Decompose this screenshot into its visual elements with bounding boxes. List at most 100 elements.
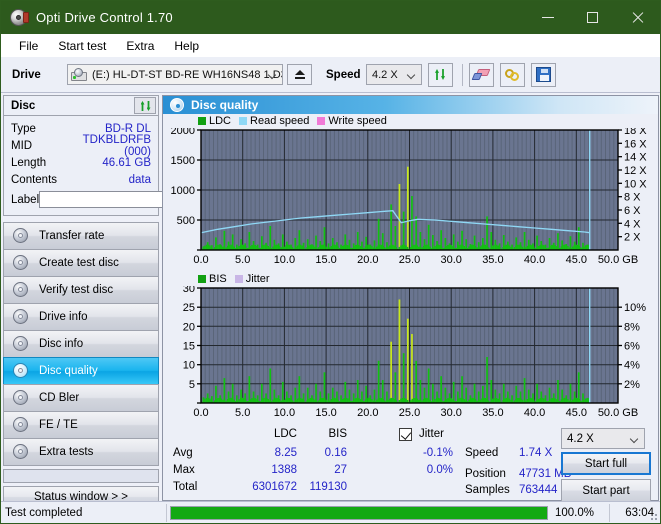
start-full-button[interactable]: Start full [561,452,651,475]
connect-button[interactable] [500,62,525,87]
test-speed-select[interactable]: 4.2 X [561,428,645,449]
close-icon [631,11,644,24]
disc-refresh-button[interactable] [134,97,156,114]
chevron-down-icon [269,72,276,79]
disc-row-length: Length 46.61 GB [4,154,158,171]
stats-avg-ldc: 8.25 [274,447,297,459]
sidebar-item-label: Create test disc [39,257,119,269]
svg-text:40.0: 40.0 [524,254,545,266]
svg-text:500: 500 [177,215,195,227]
page-title: Disc quality [191,98,259,112]
disc-mid-label: MID [11,139,33,152]
refresh-icon [433,67,448,82]
close-button[interactable] [615,1,660,34]
window-title: Opti Drive Control 1.70 [36,10,173,25]
svg-text:5.0: 5.0 [235,254,250,266]
sidebar-item-label: CD Bler [39,392,80,404]
result-samples-value: 763444 [519,484,558,496]
disc-icon [13,282,29,298]
drive-icon [71,67,88,82]
eraser-icon [471,68,491,81]
progress-fill [171,506,547,519]
disc-panel-header: Disc [3,95,159,116]
svg-text:25: 25 [183,302,195,314]
sidebar-item-transfer-rate[interactable]: Transfer rate [3,222,159,250]
disc-icon [13,336,29,352]
svg-text:45.0: 45.0 [566,407,587,419]
svg-text:40.0: 40.0 [524,407,545,419]
speed-select-value: 4.2 X [372,68,398,81]
drive-label: Drive [12,68,41,81]
result-speed-label: Speed [465,447,499,459]
stats-row-label-max: Max [173,464,195,476]
svg-text:18 X: 18 X [624,128,647,137]
svg-text:1000: 1000 [171,185,195,197]
svg-text:50.0 GB: 50.0 GB [598,254,638,266]
svg-text:14 X: 14 X [624,152,647,164]
legend-swatch [198,275,206,283]
save-button[interactable] [531,62,556,87]
jitter-checkbox[interactable] [399,428,412,441]
drive-select[interactable]: (E:) HL-DT-ST BD-RE WH16NS48 1.D3 [67,64,283,85]
legend-swatch [198,117,206,125]
disc-icon [13,309,29,325]
menu-file[interactable]: File [10,36,47,56]
disc-mid-value: TDKBLDRFB (000) [82,133,151,158]
sidebar-item-label: Disc info [39,338,84,350]
maximize-button[interactable] [570,1,615,34]
sidebar-item-fe-te[interactable]: FE / TE [3,411,159,439]
svg-text:35.0: 35.0 [482,407,503,419]
menu-start-test[interactable]: Start test [49,36,115,56]
menu-bar: File Start test Extra Help [1,34,660,57]
svg-text:8 X: 8 X [624,192,641,204]
sidebar-item-extra-tests[interactable]: Extra tests [3,438,159,466]
minimize-button[interactable] [525,1,570,34]
disc-type-label: Type [11,122,36,135]
svg-text:25.0: 25.0 [399,407,420,419]
chart1-legend: LDC Read speed Write speed [163,114,658,128]
menu-extra[interactable]: Extra [117,36,163,56]
minimize-icon [541,17,554,18]
stats-header-bis: BIS [328,428,347,440]
sidebar-item-create-test-disc[interactable]: Create test disc [3,249,159,277]
sidebar-item-disc-quality[interactable]: Disc quality [3,357,159,385]
main-panel-header: Disc quality [163,96,658,114]
svg-text:10 X: 10 X [624,178,647,190]
stats-avg-bis: 0.16 [324,447,347,459]
stats-row-label-avg: Avg [173,447,193,459]
chevron-down-icon [631,436,638,443]
svg-text:1500: 1500 [171,155,195,167]
save-icon [536,67,551,82]
stats-total-ldc: 6301672 [252,481,297,493]
svg-text:25.0: 25.0 [399,254,420,266]
title-bar: Opti Drive Control 1.70 [1,1,660,34]
drive-select-value: (E:) HL-DT-ST BD-RE WH16NS48 1.D3 [92,68,282,81]
sidebar-item-drive-info[interactable]: Drive info [3,303,159,331]
svg-text:4%: 4% [624,360,640,372]
chart1-canvas: 500 1000 1500 2000 2 X 4 X6 X8 X 10 X12 X14 X 1… [171,128,648,266]
eject-icon [294,70,305,75]
toolbar-separator [462,63,463,86]
resize-grip[interactable] [647,510,658,521]
svg-text:20.0: 20.0 [357,254,378,266]
svg-text:35.0: 35.0 [482,254,503,266]
eject-button[interactable] [287,64,312,85]
svg-text:8%: 8% [624,321,640,333]
sidebar-item-label: Drive info [39,311,88,323]
menu-help[interactable]: Help [165,36,208,56]
speed-select[interactable]: 4.2 X [366,64,422,85]
disc-icon [13,444,29,460]
disc-icon [13,390,29,406]
sidebar-item-disc-info[interactable]: Disc info [3,330,159,358]
svg-text:2000: 2000 [171,128,195,137]
svg-text:45.0: 45.0 [566,254,587,266]
refresh-button[interactable] [428,62,453,87]
sidebar-item-cd-bler[interactable]: CD Bler [3,384,159,412]
svg-text:16 X: 16 X [624,138,647,150]
erase-button[interactable] [469,62,494,87]
start-part-button[interactable]: Start part [561,479,651,502]
stats-total-bis: 119130 [309,481,347,493]
svg-text:2%: 2% [624,379,640,391]
disc-length-label: Length [11,156,47,169]
sidebar-item-verify-test-disc[interactable]: Verify test disc [3,276,159,304]
